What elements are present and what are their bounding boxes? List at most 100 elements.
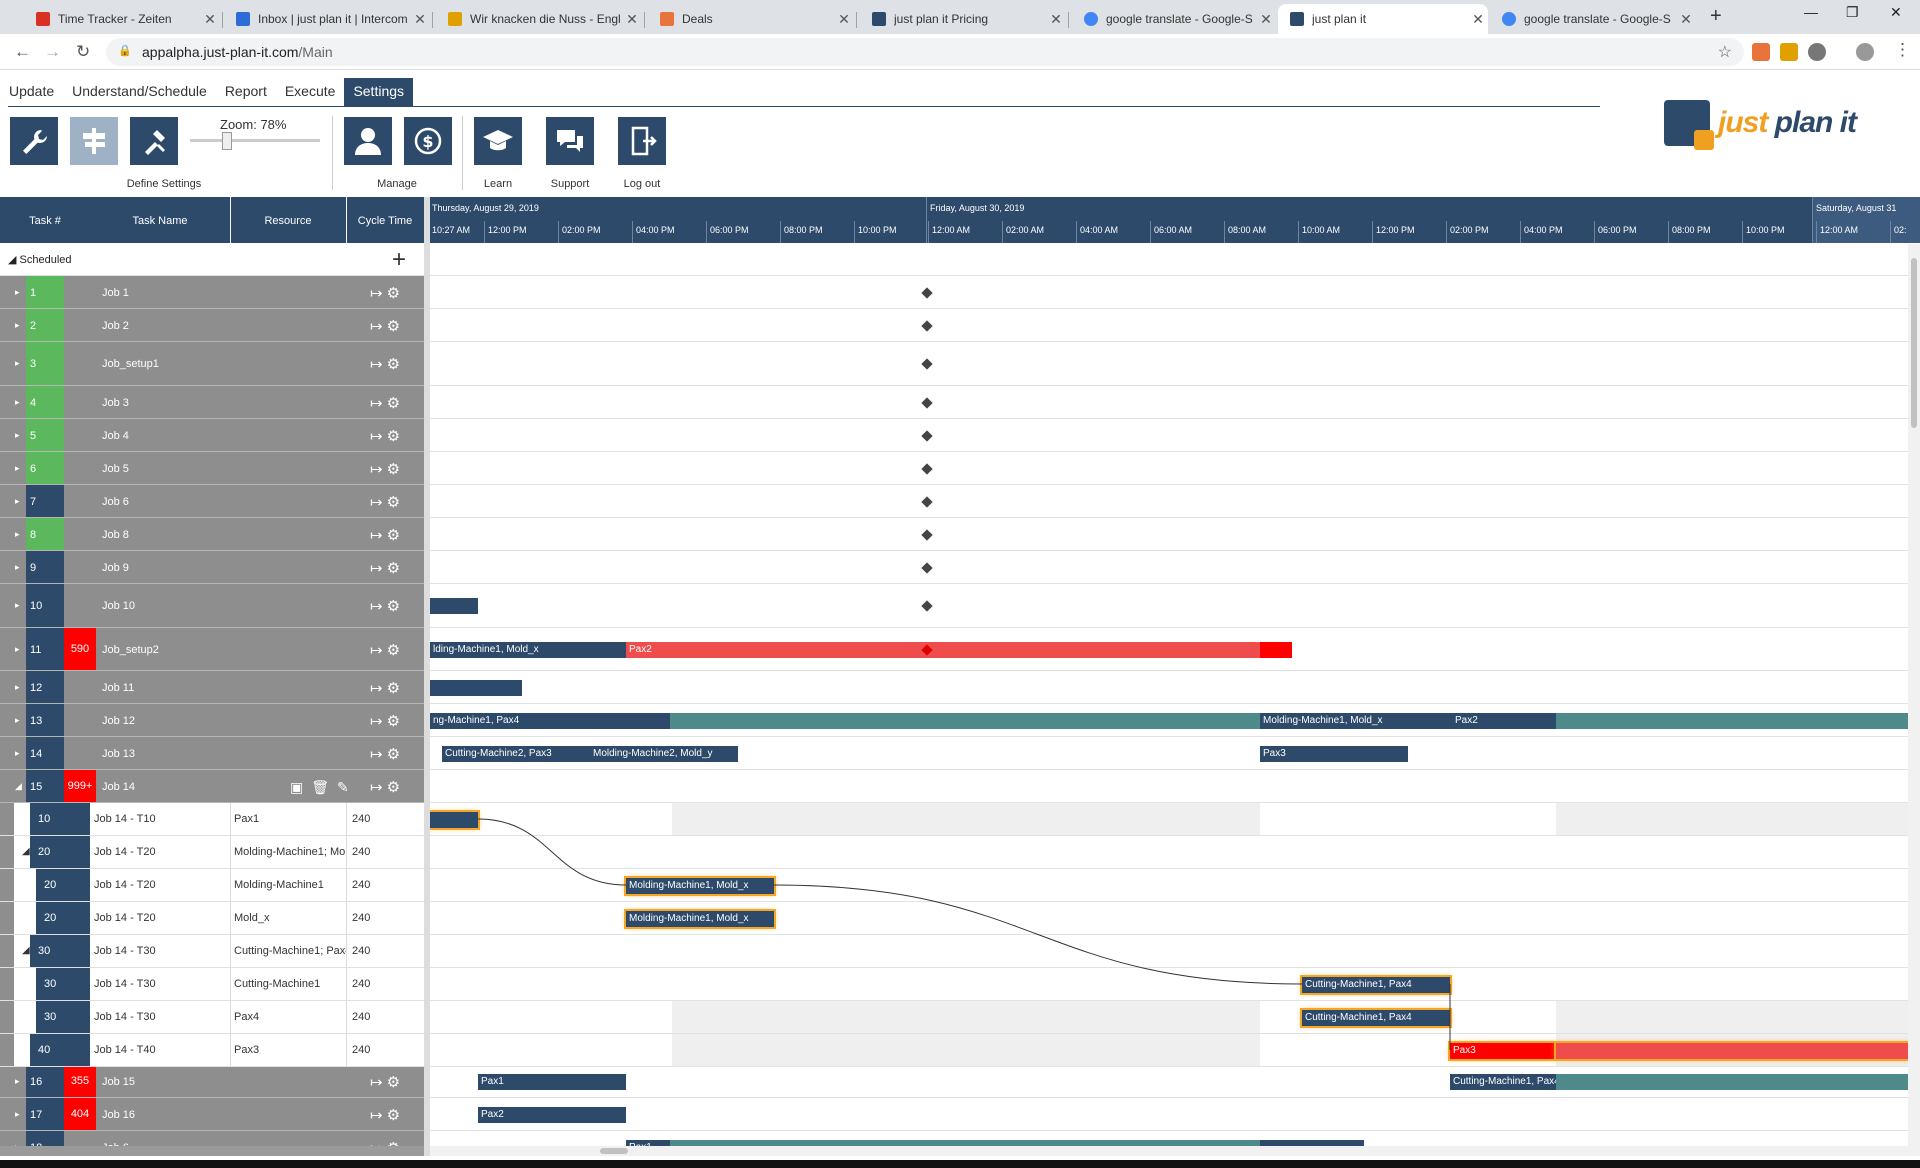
expand-row-icon[interactable]: ▸ xyxy=(15,644,20,655)
milestone-marker[interactable] xyxy=(921,495,933,508)
row-actions[interactable]: ↦⚙ xyxy=(370,317,404,335)
expand-row-icon[interactable]: ▸ xyxy=(15,463,20,474)
bookmark-star-icon[interactable]: ☆ xyxy=(1718,42,1732,62)
gear-icon[interactable]: ⚙ xyxy=(387,680,404,697)
gantt-chart-area[interactable]: lding-Machine1, Mold_x Pax2 ng-Machine1, P… xyxy=(430,244,1908,1156)
gear-icon[interactable]: ⚙ xyxy=(387,1107,404,1124)
milestone-marker[interactable] xyxy=(921,358,933,370)
move-arrow-icon[interactable]: ↦ xyxy=(370,779,387,796)
collapse-row-icon[interactable]: ◢ xyxy=(22,945,30,956)
forward-icon[interactable]: → xyxy=(44,42,61,62)
close-tab-icon[interactable]: ✕ xyxy=(410,11,430,28)
signpost-button[interactable] xyxy=(70,117,118,165)
col-header-task-num[interactable]: Task # xyxy=(0,215,90,227)
menu-settings[interactable]: Settings xyxy=(344,78,414,106)
maximize-icon[interactable]: ❐ xyxy=(1846,4,1859,21)
row-drag-handle[interactable] xyxy=(0,704,14,736)
row-actions[interactable]: ↦⚙ xyxy=(370,679,404,697)
milestone-marker[interactable] xyxy=(921,528,933,541)
task-bar[interactable] xyxy=(1556,1042,1908,1059)
expand-row-icon[interactable]: ▸ xyxy=(15,320,20,331)
browser-tab-deals[interactable]: Deals ✕ xyxy=(648,4,854,34)
task-bar[interactable]: Pax2 xyxy=(478,1106,626,1123)
grid-horizontal-scrollbar[interactable] xyxy=(0,1146,424,1156)
task-row[interactable]: ▸ 9 Job 9 ↦⚙ xyxy=(0,551,424,584)
task-bar[interactable]: Cutting-Machine1, Pax4 xyxy=(1302,976,1450,993)
subtask-row[interactable]: 20 Job 14 - T20 Molding-Machine1 240 xyxy=(0,869,424,902)
menu-update[interactable]: Update xyxy=(0,78,63,106)
pricing-button[interactable]: $ xyxy=(404,117,452,165)
add-task-icon[interactable]: + xyxy=(392,246,406,274)
col-header-resource[interactable]: Resource xyxy=(230,215,346,227)
gear-icon[interactable]: ⚙ xyxy=(387,356,404,373)
row-drag-handle[interactable] xyxy=(0,836,14,868)
row-drag-handle[interactable] xyxy=(0,935,14,967)
task-row[interactable]: ▸ 17 404 Job 16 ↦⚙ xyxy=(0,1098,424,1131)
gear-icon[interactable]: ⚙ xyxy=(387,395,404,412)
gear-icon[interactable]: ⚙ xyxy=(387,527,404,544)
move-arrow-icon[interactable]: ↦ xyxy=(370,713,387,730)
task-row[interactable]: ▸ 16 355 Job 15 ↦⚙ xyxy=(0,1065,424,1098)
col-header-task-name[interactable]: Task Name xyxy=(90,215,230,227)
row-drag-handle[interactable] xyxy=(0,551,14,583)
minimize-icon[interactable]: — xyxy=(1804,4,1818,20)
row-actions[interactable]: ↦⚙ xyxy=(370,493,404,511)
row-actions[interactable]: ↦⚙ xyxy=(370,1139,404,1147)
move-arrow-icon[interactable]: ↦ xyxy=(370,598,387,615)
row-actions[interactable]: ↦⚙ xyxy=(370,427,404,445)
group-row-scheduled[interactable]: ◢ Scheduled + xyxy=(0,244,424,276)
task-bar[interactable]: Cutting-Machine1, Pax4 xyxy=(1302,1009,1450,1026)
zoom-slider-thumb[interactable] xyxy=(222,132,232,150)
row-actions[interactable]: ↦⚙ xyxy=(370,1073,404,1091)
expand-row-icon[interactable]: ▸ xyxy=(15,397,20,408)
gear-icon[interactable]: ⚙ xyxy=(387,598,404,615)
subtask-row[interactable]: 40 Job 14 - T40 Pax3 240 xyxy=(0,1034,424,1067)
browser-tab-nuss[interactable]: Wir knacken die Nuss - Engl ✕ xyxy=(436,4,642,34)
row-drag-handle[interactable] xyxy=(0,1131,14,1146)
task-row[interactable]: ▸ 6 Job 5 ↦⚙ xyxy=(0,452,424,485)
expand-row-icon[interactable]: ▸ xyxy=(15,682,20,693)
milestone-marker[interactable] xyxy=(921,429,933,442)
row-drag-handle[interactable] xyxy=(0,628,14,670)
milestone-marker[interactable] xyxy=(921,600,933,612)
close-tab-icon[interactable]: ✕ xyxy=(1256,11,1276,28)
row-drag-handle[interactable] xyxy=(0,1098,14,1130)
support-button[interactable] xyxy=(546,117,594,165)
task-bar[interactable]: ng-Machine1, Pax4 xyxy=(430,712,670,729)
row-drag-handle[interactable] xyxy=(0,1065,14,1097)
move-arrow-icon[interactable]: ↦ xyxy=(370,428,387,445)
task-bar[interactable] xyxy=(430,811,478,828)
task-bar[interactable]: Pax2 xyxy=(1452,712,1556,729)
close-window-icon[interactable]: ✕ xyxy=(1890,4,1902,21)
row-drag-handle[interactable] xyxy=(0,309,14,341)
task-bar[interactable]: Pax3 xyxy=(1450,1042,1556,1059)
learn-button[interactable] xyxy=(474,117,522,165)
task-bar[interactable]: Molding-Machine1, Mold_x xyxy=(626,877,774,894)
expand-row-icon[interactable]: ▸ xyxy=(15,529,20,540)
move-arrow-icon[interactable]: ↦ xyxy=(370,285,387,302)
expand-row-icon[interactable]: ▸ xyxy=(15,358,20,369)
expand-row-icon[interactable]: ▸ xyxy=(15,287,20,298)
row-drag-handle[interactable] xyxy=(0,342,14,385)
row-actions[interactable]: ↦⚙ xyxy=(370,559,404,577)
task-bar[interactable] xyxy=(1260,641,1292,658)
close-tab-icon[interactable]: ✕ xyxy=(834,11,854,28)
expand-row-icon[interactable]: ▸ xyxy=(15,430,20,441)
menu-report[interactable]: Report xyxy=(216,78,276,106)
row-actions[interactable]: ↦⚙ xyxy=(370,394,404,412)
milestone-marker[interactable] xyxy=(921,319,933,332)
logout-button[interactable] xyxy=(618,117,666,165)
milestone-marker[interactable] xyxy=(921,396,933,409)
row-drag-handle[interactable] xyxy=(0,1034,14,1066)
expand-row-icon[interactable]: ▸ xyxy=(15,1109,20,1120)
task-row[interactable]: ▸ 8 Job 8 ↦⚙ xyxy=(0,518,424,551)
user-button[interactable] xyxy=(344,117,392,165)
subtask-row[interactable]: 10 Job 14 - T10 Pax1 240 xyxy=(0,803,424,836)
row-drag-handle[interactable] xyxy=(0,968,14,1000)
row-actions[interactable]: ↦⚙ xyxy=(370,1106,404,1124)
row-drag-handle[interactable] xyxy=(0,770,14,802)
close-tab-icon[interactable]: ✕ xyxy=(622,11,642,28)
move-arrow-icon[interactable]: ↦ xyxy=(370,527,387,544)
browser-tab-pricing[interactable]: just plan it Pricing ✕ xyxy=(860,4,1066,34)
gear-icon[interactable]: ⚙ xyxy=(387,285,404,302)
